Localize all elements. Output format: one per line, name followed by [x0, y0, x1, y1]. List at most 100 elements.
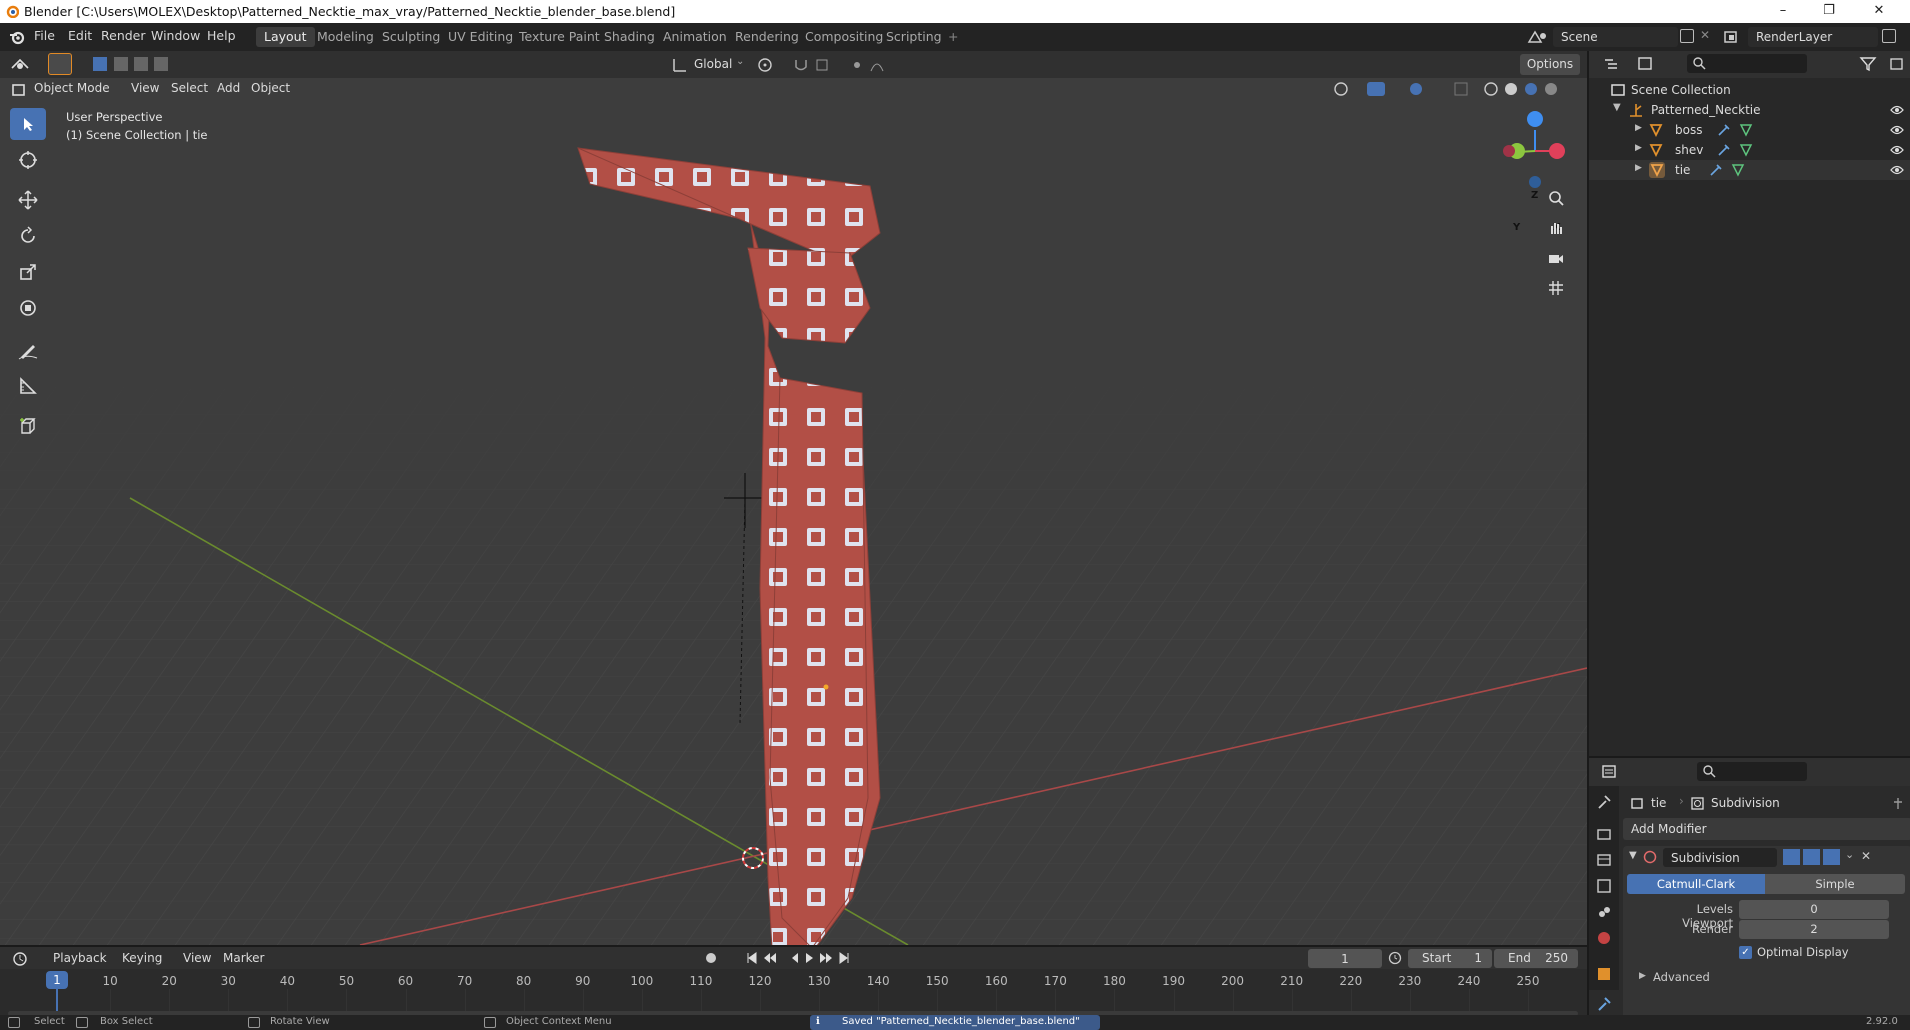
menu-object[interactable]: Object [251, 81, 290, 95]
gizmo-neg-z-handle[interactable] [1529, 176, 1541, 188]
new-collection-icon[interactable] [1889, 56, 1905, 72]
view-layer-tab-icon[interactable] [1596, 878, 1612, 894]
necktie-blade[interactable] [769, 377, 869, 945]
render-tab-icon[interactable] [1596, 826, 1612, 842]
gizmo-z-handle[interactable] [1527, 111, 1543, 127]
levels-viewport-field[interactable]: 0 [1739, 900, 1889, 919]
zoom-view-button[interactable] [1548, 190, 1574, 216]
world-tab-icon[interactable] [1596, 930, 1612, 946]
pan-view-button[interactable] [1548, 220, 1574, 246]
options-dropdown[interactable]: Options [1520, 54, 1580, 75]
modifier-visibility-toggles[interactable] [1783, 849, 1841, 865]
select-box-tool[interactable] [10, 108, 46, 140]
timeline-ruler[interactable]: 1102030405060708090100110120130140150160… [0, 969, 1587, 1015]
tab-texture-paint[interactable]: Texture Paint [511, 27, 608, 47]
scale-tool[interactable] [10, 256, 46, 288]
preview-range-clock-icon[interactable] [1388, 951, 1404, 965]
properties-editor-icon[interactable] [1601, 764, 1627, 780]
blender-menu-icon[interactable] [9, 29, 25, 45]
modifier-name-field[interactable]: Subdivision [1663, 848, 1777, 867]
menu-file[interactable]: File [34, 28, 55, 43]
current-frame-field[interactable]: 1 [1308, 949, 1382, 968]
collapse-arrow-icon[interactable]: ▼ [1629, 850, 1637, 861]
pin-icon[interactable] [1892, 797, 1904, 810]
scene-tab-icon[interactable] [1596, 904, 1612, 920]
mode-dropdown[interactable]: Object Mode [10, 80, 120, 99]
simple-option[interactable]: Simple [1765, 874, 1905, 894]
modifier-menu-chevron-icon[interactable]: ⌄ [1845, 848, 1854, 861]
annotate-tool[interactable] [10, 334, 46, 366]
3d-viewport[interactable]: User Perspective (1) Scene Collection | … [0, 78, 1587, 945]
select-tool-button[interactable] [48, 53, 72, 75]
add-modifier-button[interactable]: Add Modifier [1623, 818, 1910, 840]
scene-name-field[interactable]: Scene [1553, 27, 1678, 47]
tab-sculpting[interactable]: Sculpting [374, 27, 448, 47]
necktie-collar[interactable] [577, 147, 881, 264]
tab-scripting[interactable]: Scripting [878, 27, 950, 47]
outliner-collection-row[interactable]: ▼ Patterned_Necktie [1589, 100, 1910, 120]
add-workspace-button[interactable]: + [940, 27, 966, 47]
visibility-eye-icon[interactable] [1890, 144, 1904, 156]
menu-render[interactable]: Render [101, 28, 146, 43]
playhead-frame-indicator[interactable]: 1 [46, 971, 68, 989]
tab-animation[interactable]: Animation [655, 27, 735, 47]
tab-layout[interactable]: Layout [256, 27, 315, 47]
filter-icon[interactable] [1859, 56, 1881, 72]
move-tool[interactable] [10, 184, 46, 216]
cursor-tool[interactable] [10, 144, 46, 176]
tab-rendering[interactable]: Rendering [727, 27, 807, 47]
add-cube-tool[interactable] [10, 410, 46, 442]
expand-arrow-icon[interactable]: ▼ [1613, 102, 1621, 113]
object-tab-icon[interactable] [1596, 966, 1612, 982]
menu-window[interactable]: Window [151, 28, 200, 43]
selection-mode-icons[interactable] [92, 56, 184, 72]
render-levels-field[interactable]: 2 [1739, 920, 1889, 939]
menu-help[interactable]: Help [207, 28, 236, 43]
outliner-object-tie[interactable]: ▶ tie [1589, 160, 1910, 180]
expand-arrow-icon[interactable]: ▶ [1635, 143, 1642, 153]
close-window-button[interactable]: ✕ [1856, 1, 1902, 21]
menu-marker[interactable]: Marker [223, 951, 264, 965]
camera-view-button[interactable] [1548, 250, 1574, 276]
catmull-clark-option[interactable]: Catmull-Clark [1627, 874, 1765, 894]
playback-controls[interactable] [746, 951, 866, 965]
viewport-scene[interactable] [0, 78, 1587, 945]
output-tab-icon[interactable] [1596, 852, 1612, 868]
proportional-editing-icon[interactable] [849, 57, 899, 73]
end-frame-field[interactable]: End 250 [1494, 949, 1578, 968]
tab-shading[interactable]: Shading [596, 27, 663, 47]
rotate-tool[interactable] [10, 220, 46, 252]
outliner-object-shev[interactable]: ▶ shev [1589, 140, 1910, 160]
remove-scene-icon[interactable]: ✕ [1700, 28, 1710, 42]
gizmo-neg-x-handle[interactable] [1503, 145, 1515, 157]
new-scene-icon[interactable] [1680, 29, 1694, 43]
pivot-point-icon[interactable] [757, 57, 787, 73]
maximize-button[interactable]: ❐ [1806, 1, 1852, 21]
menu-add[interactable]: Add [217, 81, 240, 95]
modifier-tab-active[interactable] [1589, 990, 1619, 1018]
ortho-toggle-button[interactable] [1548, 280, 1574, 306]
scene-icon[interactable] [1526, 28, 1550, 46]
optimal-display-checkbox[interactable]: ✓ [1739, 946, 1752, 959]
measure-tool[interactable] [10, 370, 46, 402]
transform-tool[interactable] [10, 292, 46, 324]
remove-modifier-icon[interactable]: ✕ [1861, 849, 1871, 863]
record-keyframe-icon[interactable] [704, 951, 718, 965]
expand-arrow-icon[interactable]: ▶ [1635, 123, 1642, 133]
outliner-search-input[interactable] [1687, 54, 1807, 73]
outliner-editor-icon[interactable] [1603, 56, 1629, 72]
visibility-eye-icon[interactable] [1890, 124, 1904, 136]
timeline-editor-icon[interactable] [12, 951, 34, 967]
outliner-scene-collection[interactable]: Scene Collection [1589, 80, 1910, 100]
properties-search-input[interactable] [1697, 762, 1807, 781]
render-layer-field[interactable]: RenderLayer [1748, 27, 1878, 47]
new-layer-icon[interactable] [1882, 29, 1896, 43]
gizmo-x-handle[interactable] [1549, 143, 1565, 159]
display-mode-icon[interactable] [1637, 56, 1663, 72]
menu-timeline-view[interactable]: View [183, 951, 211, 965]
transform-orientation-dropdown[interactable]: Global [694, 57, 732, 71]
view-layer-icon[interactable] [1722, 28, 1746, 46]
minimize-button[interactable]: – [1760, 1, 1806, 21]
menu-select[interactable]: Select [171, 81, 208, 95]
tool-settings-tab-icon[interactable] [1596, 794, 1612, 810]
